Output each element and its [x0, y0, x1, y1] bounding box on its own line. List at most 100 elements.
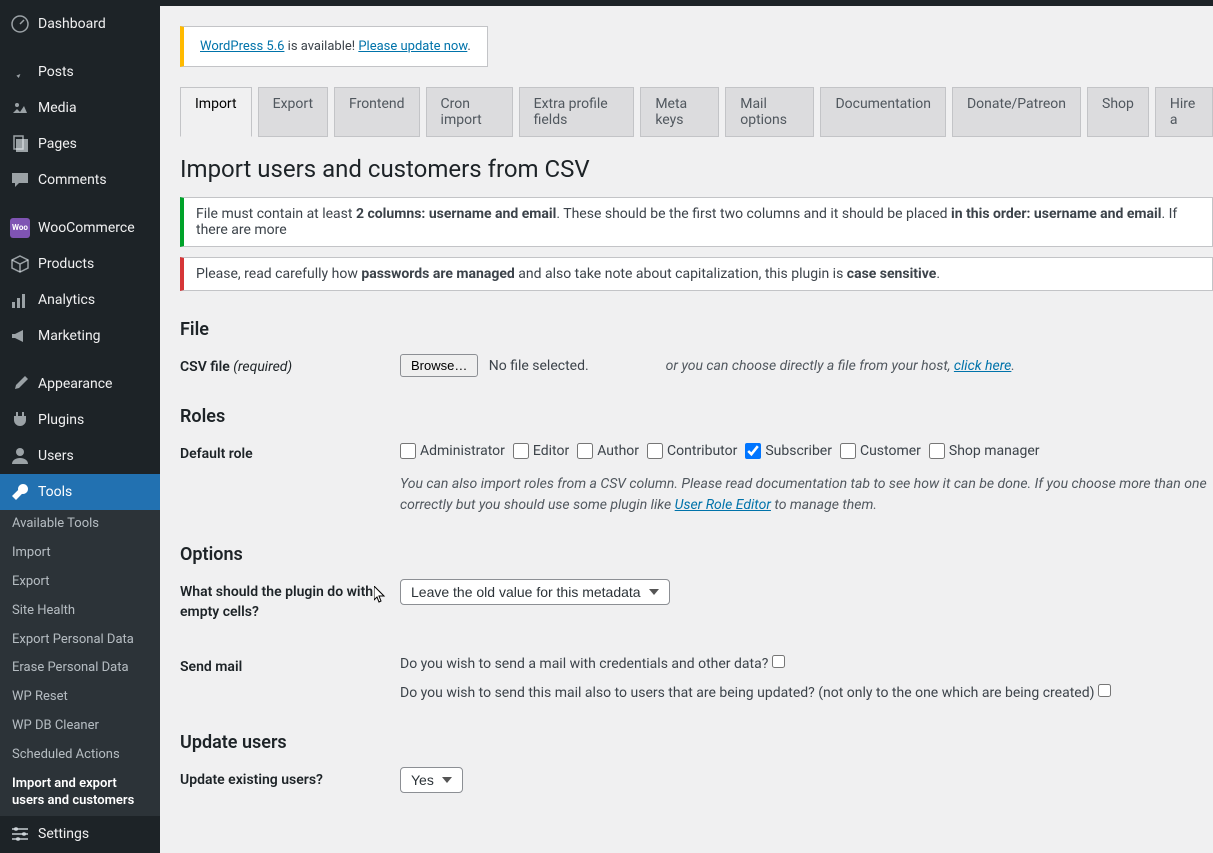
role-checkbox[interactable] — [400, 443, 416, 459]
sub-export[interactable]: Export — [0, 568, 160, 597]
sub-export-personal[interactable]: Export Personal Data — [0, 626, 160, 655]
role-option-customer[interactable]: Customer — [840, 441, 921, 462]
role-checkbox[interactable] — [929, 443, 945, 459]
empty-cells-select[interactable]: Leave the old value for this metadata — [400, 579, 670, 605]
sub-erase-personal[interactable]: Erase Personal Data — [0, 654, 160, 683]
role-option-author[interactable]: Author — [577, 441, 639, 462]
send-mail-label: Send mail — [180, 654, 400, 678]
sidebar-item-woocommerce[interactable]: Woo WooCommerce — [0, 210, 160, 246]
admin-sidebar: Dashboard Posts Media Pages Comments Woo… — [0, 6, 160, 853]
sub-site-health[interactable]: Site Health — [0, 597, 160, 626]
role-name: Subscriber — [765, 441, 832, 462]
csv-file-label: CSV file (required) — [180, 354, 400, 378]
roles-help: You can also import roles from a CSV col… — [400, 474, 1213, 516]
plugin-tabs: Import Export Frontend Cron import Extra… — [180, 87, 1213, 137]
page-icon — [10, 134, 30, 154]
update-users-heading: Update users — [180, 732, 1213, 753]
tab-meta-keys[interactable]: Meta keys — [640, 87, 719, 137]
sidebar-item-marketing[interactable]: Marketing — [0, 318, 160, 354]
sidebar-label: Pages — [38, 135, 77, 153]
tab-cron-import[interactable]: Cron import — [426, 87, 513, 137]
role-name: Shop manager — [949, 441, 1040, 462]
sidebar-label: Comments — [38, 171, 107, 189]
pin-icon — [10, 62, 30, 82]
update-now-link[interactable]: Please update now — [358, 39, 467, 54]
click-here-link[interactable]: click here — [954, 358, 1012, 374]
sub-wp-reset[interactable]: WP Reset — [0, 683, 160, 712]
role-checkbox[interactable] — [840, 443, 856, 459]
update-existing-label: Update existing users? — [180, 767, 400, 791]
role-name: Customer — [860, 441, 921, 462]
tools-submenu: Available Tools Import Export Site Healt… — [0, 510, 160, 816]
options-heading: Options — [180, 544, 1213, 565]
sendmail-checkbox-1[interactable] — [772, 655, 785, 668]
sidebar-label: Plugins — [38, 411, 84, 429]
role-checkbox[interactable] — [745, 443, 761, 459]
role-option-subscriber[interactable]: Subscriber — [745, 441, 832, 462]
role-name: Administrator — [420, 441, 505, 462]
empty-cells-label: What should the plugin do with empty cel… — [180, 579, 400, 622]
tab-mail-options[interactable]: Mail options — [725, 87, 814, 137]
sidebar-item-settings[interactable]: Settings — [0, 816, 160, 852]
role-name: Author — [597, 441, 639, 462]
sidebar-label: WooCommerce — [38, 219, 135, 237]
sidebar-item-users[interactable]: Users — [0, 438, 160, 474]
update-notice: WordPress 5.6 is available! Please updat… — [180, 26, 488, 67]
info-message-columns: File must contain at least 2 columns: us… — [180, 197, 1213, 247]
role-option-shop-manager[interactable]: Shop manager — [929, 441, 1040, 462]
role-checkbox[interactable] — [577, 443, 593, 459]
role-name: Contributor — [667, 441, 737, 462]
sub-available-tools[interactable]: Available Tools — [0, 510, 160, 539]
sidebar-item-products[interactable]: Products — [0, 246, 160, 282]
tab-extra-fields[interactable]: Extra profile fields — [519, 87, 635, 137]
roles-heading: Roles — [180, 406, 1213, 427]
sub-wp-db-cleaner[interactable]: WP DB Cleaner — [0, 712, 160, 741]
settings-icon — [10, 824, 30, 844]
browse-button[interactable]: Browse… — [400, 354, 478, 377]
megaphone-icon — [10, 326, 30, 346]
role-checkbox[interactable] — [513, 443, 529, 459]
info-message-passwords: Please, read carefully how passwords are… — [180, 257, 1213, 291]
sub-scheduled-actions[interactable]: Scheduled Actions — [0, 741, 160, 770]
sub-import-export-users[interactable]: Import and export users and customers — [0, 770, 160, 816]
role-option-contributor[interactable]: Contributor — [647, 441, 737, 462]
tab-export[interactable]: Export — [258, 87, 328, 137]
sidebar-item-analytics[interactable]: Analytics — [0, 282, 160, 318]
tab-shop[interactable]: Shop — [1087, 87, 1149, 137]
role-option-editor[interactable]: Editor — [513, 441, 569, 462]
sidebar-item-plugins[interactable]: Plugins — [0, 402, 160, 438]
sidebar-label: Products — [38, 255, 94, 273]
tab-hire[interactable]: Hire a — [1155, 87, 1213, 137]
sub-import[interactable]: Import — [0, 539, 160, 568]
tab-frontend[interactable]: Frontend — [334, 87, 420, 137]
role-name: Editor — [533, 441, 569, 462]
tab-import[interactable]: Import — [180, 87, 252, 137]
sidebar-label: Appearance — [38, 375, 112, 393]
users-icon — [10, 446, 30, 466]
comment-icon — [10, 170, 30, 190]
sidebar-item-dashboard[interactable]: Dashboard — [0, 6, 160, 42]
sidebar-item-appearance[interactable]: Appearance — [0, 366, 160, 402]
sidebar-label: Tools — [38, 483, 72, 501]
wp-version-link[interactable]: WordPress 5.6 — [200, 39, 284, 54]
update-existing-select[interactable]: Yes — [400, 767, 463, 793]
user-role-editor-link[interactable]: User Role Editor — [675, 497, 771, 513]
role-checkbox[interactable] — [647, 443, 663, 459]
sidebar-label: Analytics — [38, 291, 95, 309]
sidebar-item-tools[interactable]: Tools — [0, 474, 160, 510]
tab-donate[interactable]: Donate/Patreon — [952, 87, 1081, 137]
role-option-administrator[interactable]: Administrator — [400, 441, 505, 462]
or-host-text: or you can choose directly a file from y… — [666, 358, 954, 374]
sendmail-checkbox-2[interactable] — [1098, 684, 1111, 697]
sidebar-label: Media — [38, 99, 77, 117]
main-content: WordPress 5.6 is available! Please updat… — [160, 6, 1213, 853]
plugin-icon — [10, 410, 30, 430]
sidebar-item-media[interactable]: Media — [0, 90, 160, 126]
sidebar-label: Dashboard — [38, 15, 106, 33]
sidebar-item-pages[interactable]: Pages — [0, 126, 160, 162]
sidebar-item-comments[interactable]: Comments — [0, 162, 160, 198]
default-role-label: Default role — [180, 441, 400, 465]
sidebar-item-posts[interactable]: Posts — [0, 54, 160, 90]
tab-documentation[interactable]: Documentation — [820, 87, 946, 137]
woo-icon: Woo — [10, 218, 30, 238]
